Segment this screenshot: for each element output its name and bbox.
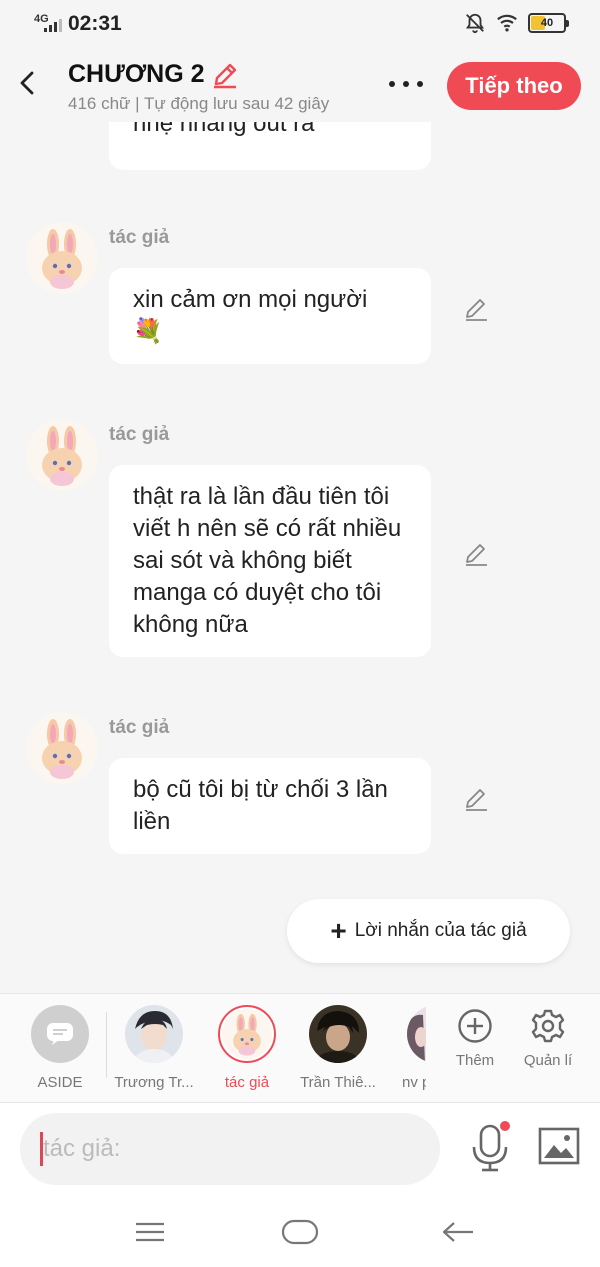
message-text: xin cảm ơn mọi người [133,286,368,313]
message-text: thật ra là lần đầu tiên tôi viết h nên s… [133,483,402,638]
chapter-title-text: CHƯƠNG 2 [68,60,205,88]
portrait-image [407,1005,426,1063]
back-nav-button[interactable] [438,1215,478,1249]
editor-header: CHƯƠNG 2 416 chữ | Tự động lưu sau 42 gi… [0,46,600,122]
character-item-selected[interactable]: tác giả [208,994,286,1104]
clock: 02:31 [68,12,122,35]
add-label: Thêm [455,1052,495,1069]
back-button[interactable] [12,68,42,98]
message-bubble[interactable]: xin cảm ơn mọi người 💐 [109,268,431,364]
character-aside[interactable]: ASIDE [24,994,96,1104]
bouquet-emoji: 💐 [133,318,163,345]
chapter-title[interactable]: CHƯƠNG 2 [68,60,239,89]
dot [417,81,423,87]
character-item[interactable]: Trương Tr... [112,994,196,1104]
character-label: Trần Thiê... [300,1074,376,1091]
status-bar: 4G 02:31 40 [0,0,600,46]
character-avatar [125,1005,183,1063]
portrait-image [309,1005,367,1063]
author-name: tác giả [109,227,170,248]
battery-icon: 40 [528,13,569,33]
plus-icon: + [330,915,347,946]
more-options-button[interactable] [386,72,426,96]
character-label: ASIDE [37,1074,83,1091]
bunny-avatar-image [26,712,98,784]
menu-icon [136,1222,164,1242]
image-icon[interactable] [538,1127,580,1165]
menu-nav-button[interactable] [130,1215,170,1249]
mute-bell-icon [465,13,485,34]
bunny-avatar-image [26,419,98,491]
message-input[interactable]: tác giả: [20,1113,440,1185]
dot [403,81,409,87]
author-avatar[interactable] [26,419,98,491]
author-note-label: Lời nhắn của tác giả [354,920,527,941]
message-text: bộ cũ tôi bị từ chối 3 lần liền [133,776,388,835]
bunny-avatar-image [222,1009,272,1059]
chat-area[interactable]: nhẹ nhàng out ra tác giả xin cảm ơn mọi … [0,122,600,992]
character-bar: ASIDE Trương Tr... tác giả Trần Thiê... … [0,993,600,1103]
character-label: Trương Tr... [114,1074,194,1091]
dot [389,81,395,87]
message-bubble[interactable]: nhẹ nhàng out ra [109,122,431,170]
notification-dot [500,1121,510,1131]
pencil-icon[interactable] [211,61,239,89]
manage-label: Quản lí [523,1052,573,1069]
divider [106,1012,107,1078]
author-name: tác giả [109,424,170,445]
edit-icon[interactable] [462,786,490,814]
next-button[interactable]: Tiếp theo [447,62,581,110]
arrow-left-icon [442,1222,473,1242]
battery-level: 40 [540,17,554,29]
author-note-button[interactable]: + Lời nhắn của tác giả [287,899,570,963]
message-text: nhẹ nhàng out ra [133,122,315,137]
portrait-image [125,1005,183,1063]
message-input-placeholder: tác giả: [43,1135,121,1162]
character-item[interactable]: Trần Thiê... [296,994,380,1104]
character-label: nv p [402,1074,426,1091]
character-avatar [407,1005,426,1063]
gear-icon [531,1009,565,1043]
character-avatar [309,1005,367,1063]
manage-button[interactable]: Quản lí [520,1008,576,1069]
chevron-left-icon [20,71,34,95]
character-item[interactable]: nv p [394,994,426,1104]
wifi-icon [497,14,517,32]
message-bubble[interactable]: bộ cũ tôi bị từ chối 3 lần liền [109,758,431,854]
author-avatar[interactable] [26,712,98,784]
system-navigation-bar [0,1197,600,1267]
plus-circle-icon [458,1009,492,1043]
edit-icon[interactable] [462,296,490,324]
word-count-autosave: 416 chữ | Tự động lưu sau 42 giây [68,94,330,113]
add-character-button[interactable]: Thêm [452,1008,498,1069]
home-icon [281,1219,319,1245]
character-label: tác giả [224,1074,270,1091]
edit-icon[interactable] [462,541,490,569]
author-name: tác giả [109,717,170,738]
aside-avatar [31,1005,89,1063]
bunny-avatar-image [26,222,98,294]
author-avatar[interactable] [26,222,98,294]
character-avatar [218,1005,276,1063]
home-nav-button[interactable] [280,1215,320,1249]
input-bar: tác giả: [0,1103,600,1197]
signal-icon [44,19,62,32]
message-bubble[interactable]: thật ra là lần đầu tiên tôi viết h nên s… [109,465,431,657]
speech-bubble-icon [47,1023,73,1045]
